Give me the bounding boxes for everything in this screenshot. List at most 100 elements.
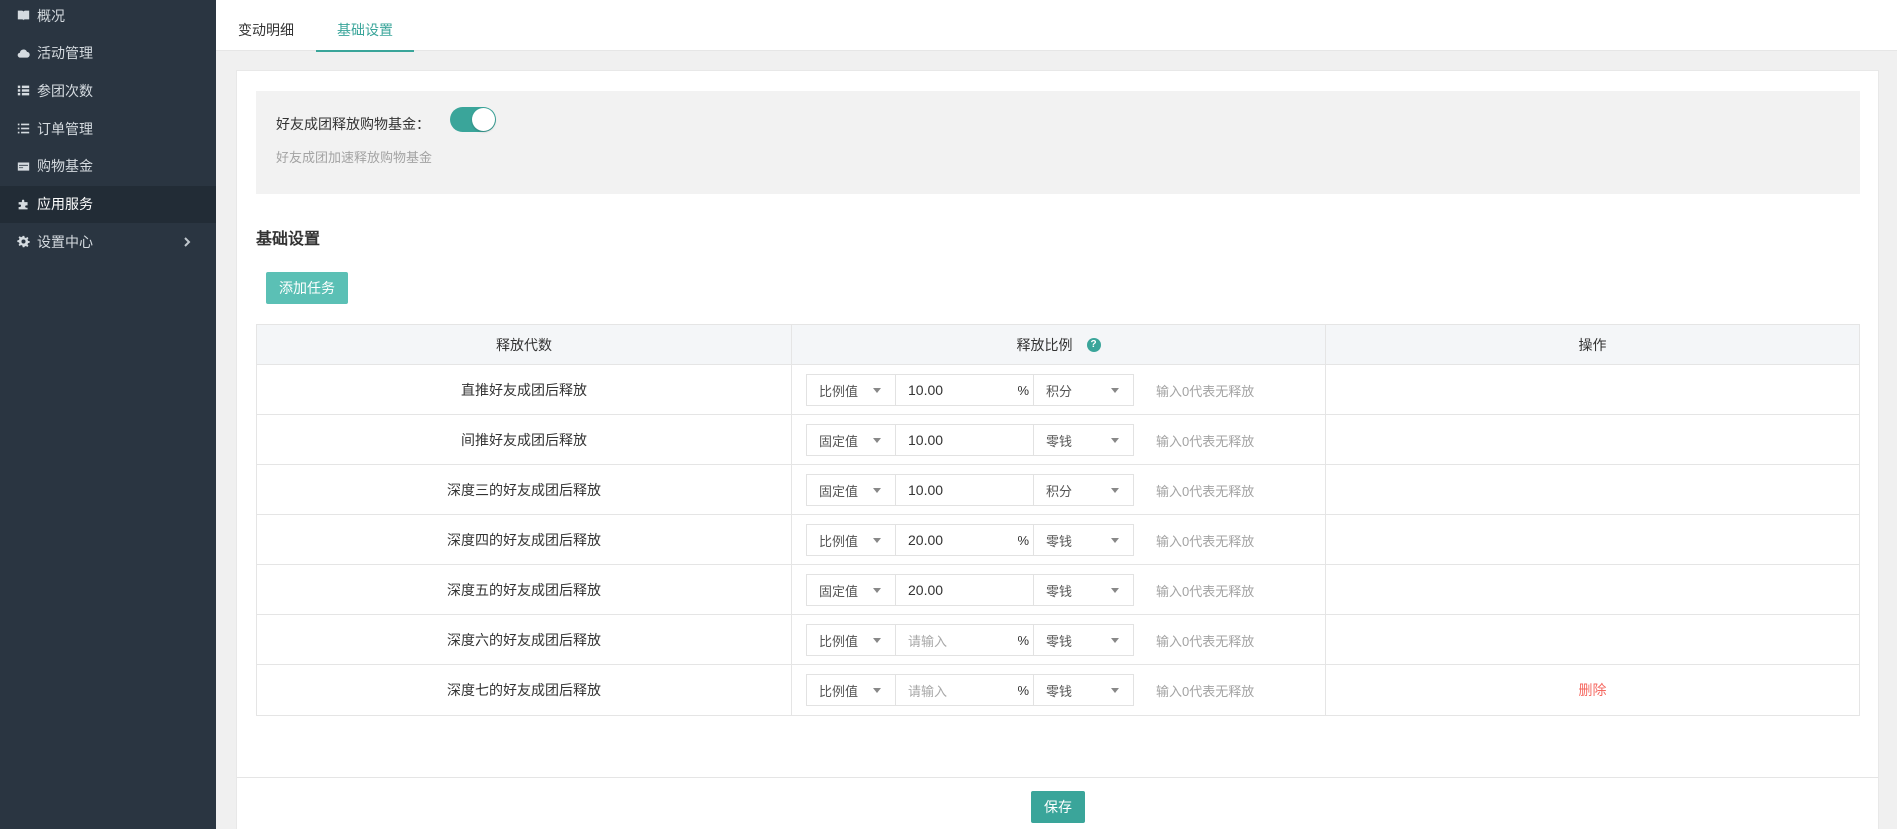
caret-down-icon <box>1111 388 1119 393</box>
unit-select[interactable]: 积分 <box>1034 474 1134 506</box>
percent-suffix: % <box>1017 683 1029 698</box>
zero-hint: 输入0代表无释放 <box>1156 483 1255 499</box>
release-value-input[interactable]: 20.00 % <box>896 524 1034 556</box>
release-ratio-cell: 固定值 20.00 零钱 输入0代表无释放 <box>792 565 1326 614</box>
release-value-text: 10.00 <box>908 432 944 448</box>
table-row: 深度五的好友成团后释放 固定值 20.00 零钱 输入0代表无释放 <box>257 565 1859 615</box>
table-body: 直推好友成团后释放 比例值 10.00 % 积分 输入0代表无释放 间推好友成团… <box>257 365 1859 715</box>
unit-select[interactable]: 零钱 <box>1034 674 1134 706</box>
caret-down-icon <box>1111 638 1119 643</box>
value-type-select[interactable]: 比例值 <box>806 624 896 656</box>
release-value-text: 请输入 <box>908 633 948 649</box>
caret-down-icon <box>873 588 881 593</box>
value-type-select[interactable]: 比例值 <box>806 674 896 706</box>
release-ratio-controls: 固定值 10.00 零钱 输入0代表无释放 <box>806 424 1254 456</box>
release-value-input[interactable]: 请输入 % <box>896 674 1034 706</box>
fund-release-description: 好友成团加速释放购物基金 <box>276 150 433 165</box>
release-generation-name: 深度四的好友成团后释放 <box>257 515 792 564</box>
release-generation-name: 深度七的好友成团后释放 <box>257 665 792 715</box>
unit-select[interactable]: 零钱 <box>1034 574 1134 606</box>
cloud-icon <box>16 46 30 60</box>
release-value-input[interactable]: 请输入 % <box>896 624 1034 656</box>
release-value-input[interactable]: 20.00 <box>896 574 1034 606</box>
sidebar-item-app-services[interactable]: 应用服务 <box>0 185 216 223</box>
sidebar-item-group-count[interactable]: 参团次数 <box>0 72 216 109</box>
sidebar-item-label: 设置中心 <box>37 233 93 250</box>
release-generation-name: 直推好友成团后释放 <box>257 365 792 414</box>
delete-link[interactable]: 删除 <box>1579 680 1607 700</box>
actions-cell <box>1326 565 1859 614</box>
main-panel: 好友成团释放购物基金： 好友成团加速释放购物基金 基础设置 添加任务 释放代数 … <box>236 70 1879 829</box>
release-value-text: 10.00 <box>908 482 944 498</box>
table-row: 深度三的好友成团后释放 固定值 10.00 积分 输入0代表无释放 <box>257 465 1859 515</box>
release-value-input[interactable]: 10.00 <box>896 424 1034 456</box>
zero-hint: 输入0代表无释放 <box>1156 533 1255 549</box>
caret-down-icon <box>1111 538 1119 543</box>
caret-down-icon <box>873 638 881 643</box>
fund-release-label: 好友成团释放购物基金： <box>276 116 430 132</box>
actions-cell <box>1326 415 1859 464</box>
value-type-select[interactable]: 固定值 <box>806 424 896 456</box>
unit-select[interactable]: 零钱 <box>1034 424 1134 456</box>
header-release-ratio: 释放比例 ? <box>792 325 1326 364</box>
release-ratio-cell: 比例值 请输入 % 零钱 输入0代表无释放 <box>792 615 1326 664</box>
value-type-select[interactable]: 固定值 <box>806 474 896 506</box>
book-icon <box>16 9 30 23</box>
actions-cell <box>1326 615 1859 664</box>
unit-label: 零钱 <box>1046 583 1073 599</box>
value-type-select[interactable]: 比例值 <box>806 374 896 406</box>
table-row: 深度六的好友成团后释放 比例值 请输入 % 零钱 输入0代表无释放 <box>257 615 1859 665</box>
caret-down-icon <box>1111 688 1119 693</box>
caret-down-icon <box>873 438 881 443</box>
sidebar-item-shopping-fund[interactable]: 购物基金 <box>0 148 216 185</box>
zero-hint: 输入0代表无释放 <box>1156 383 1255 399</box>
card-icon <box>16 159 30 173</box>
actions-cell: 删除 <box>1326 665 1859 715</box>
release-value-text: 请输入 <box>908 683 948 699</box>
sidebar-item-label: 应用服务 <box>37 196 93 212</box>
tab-basic-settings[interactable]: 基础设置 <box>316 0 414 52</box>
value-type-select[interactable]: 比例值 <box>806 524 896 556</box>
release-ratio-cell: 比例值 20.00 % 零钱 输入0代表无释放 <box>792 515 1326 564</box>
table-row: 深度七的好友成团后释放 比例值 请输入 % 零钱 输入0代表无释放 删除 <box>257 665 1859 715</box>
release-ratio-cell: 固定值 10.00 积分 输入0代表无释放 <box>792 465 1326 514</box>
unit-label: 零钱 <box>1046 633 1073 649</box>
sidebar-item-overview[interactable]: 概况 <box>0 0 216 34</box>
caret-down-icon <box>873 688 881 693</box>
sidebar-item-settings[interactable]: 设置中心 <box>0 223 216 260</box>
save-button[interactable]: 保存 <box>1031 791 1085 823</box>
unit-select[interactable]: 积分 <box>1034 374 1134 406</box>
release-ratio-controls: 固定值 20.00 零钱 输入0代表无释放 <box>806 574 1254 606</box>
toggle-knob <box>472 108 495 131</box>
value-type-select[interactable]: 固定值 <box>806 574 896 606</box>
chevron-right-icon <box>182 234 192 250</box>
fund-release-toggle[interactable] <box>450 107 496 132</box>
sidebar-item-orders[interactable]: 订单管理 <box>0 110 216 147</box>
footer-divider <box>237 777 1878 778</box>
unit-select[interactable]: 零钱 <box>1034 624 1134 656</box>
release-ratio-cell: 固定值 10.00 零钱 输入0代表无释放 <box>792 415 1326 464</box>
release-value-input[interactable]: 10.00 % <box>896 374 1034 406</box>
tab-bar: 变动明细 基础设置 <box>216 0 1897 52</box>
release-ratio-controls: 比例值 请输入 % 零钱 输入0代表无释放 <box>806 674 1254 706</box>
unit-label: 零钱 <box>1046 533 1073 549</box>
table-header: 释放代数 释放比例 ? 操作 <box>257 325 1859 365</box>
value-type-label: 固定值 <box>819 483 859 499</box>
release-ratio-controls: 比例值 20.00 % 零钱 输入0代表无释放 <box>806 524 1254 556</box>
tab-change-details[interactable]: 变动明细 <box>236 0 296 51</box>
caret-down-icon <box>873 488 881 493</box>
table-row: 直推好友成团后释放 比例值 10.00 % 积分 输入0代表无释放 <box>257 365 1859 415</box>
release-value-input[interactable]: 10.00 <box>896 474 1034 506</box>
section-title: 基础设置 <box>256 231 321 248</box>
unit-select[interactable]: 零钱 <box>1034 524 1134 556</box>
list-icon <box>16 122 30 136</box>
value-type-label: 比例值 <box>819 633 859 649</box>
caret-down-icon <box>873 538 881 543</box>
caret-down-icon <box>1111 488 1119 493</box>
actions-cell <box>1326 365 1859 414</box>
percent-suffix: % <box>1017 633 1029 648</box>
header-release-generation: 释放代数 <box>257 325 792 364</box>
sidebar-item-activity[interactable]: 活动管理 <box>0 35 216 72</box>
add-task-button[interactable]: 添加任务 <box>266 272 348 304</box>
help-icon[interactable]: ? <box>1086 337 1101 352</box>
